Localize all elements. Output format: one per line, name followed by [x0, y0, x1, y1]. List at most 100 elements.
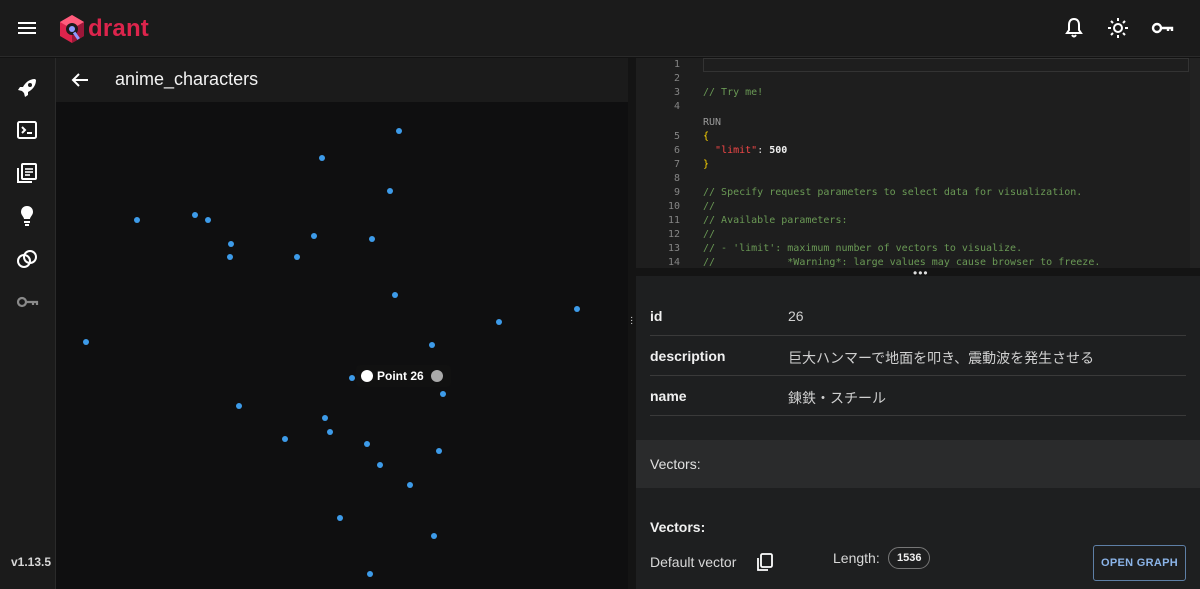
qdrant-logo[interactable]: drant	[58, 13, 149, 45]
scatter-point[interactable]	[337, 515, 343, 521]
collection-header: anime_characters	[56, 58, 628, 102]
scatter-point[interactable]	[407, 482, 413, 488]
line-number: 13	[667, 243, 680, 254]
bell-icon[interactable]	[1062, 16, 1086, 40]
line-number: 9	[673, 187, 680, 198]
back-arrow-icon[interactable]	[68, 68, 92, 92]
line-number: 12	[667, 229, 680, 240]
scatter-point[interactable]	[436, 448, 442, 454]
vertical-resize-handle[interactable]: · · ·	[628, 58, 636, 589]
open-graph-button[interactable]: OPEN GRAPH	[1093, 545, 1186, 581]
editor-line[interactable]: 1	[636, 58, 1200, 72]
editor-line[interactable]: 3 // Try me!	[636, 86, 1200, 100]
line-number: 10	[667, 201, 680, 212]
scatter-point[interactable]	[349, 375, 355, 381]
editor-line[interactable]: 4	[636, 100, 1200, 114]
scatter-point[interactable]	[83, 339, 89, 345]
line-number: 2	[673, 73, 680, 84]
editor-line[interactable]: 2	[636, 72, 1200, 86]
code-text: // Specify request parameters to select …	[703, 187, 1083, 198]
editor-line[interactable]: 5{	[636, 130, 1200, 144]
editor-line[interactable]: 11 // Available parameters:	[636, 214, 1200, 228]
request-editor[interactable]: 1 2 3// Try me! 4 RUN 5{6 "limit": 500 7} 8 9// …	[636, 58, 1200, 268]
code-text: // - 'limit': maximum number of vectors …	[703, 243, 1023, 254]
scatter-point[interactable]	[377, 462, 383, 468]
current-line-highlight	[703, 58, 1189, 72]
editor-line[interactable]: 13 // - 'limit': maximum number of vector…	[636, 242, 1200, 256]
line-number: 4	[673, 101, 680, 112]
horizontal-resize-handle[interactable]: •••	[636, 266, 1200, 280]
scatter-point[interactable]	[134, 217, 140, 223]
lightbulb-icon[interactable]	[15, 204, 39, 228]
scatter-point[interactable]	[387, 188, 393, 194]
editor-line[interactable]: 10 //	[636, 200, 1200, 214]
scatter-point[interactable]	[327, 429, 333, 435]
scatter-point[interactable]	[227, 254, 233, 260]
editor-line[interactable]: 12 //	[636, 228, 1200, 242]
line-number: 1	[673, 59, 680, 70]
scatter-point[interactable]	[319, 155, 325, 161]
api-key-icon[interactable]	[15, 290, 39, 314]
integrations-icon[interactable]	[15, 247, 39, 271]
code-text: //	[703, 201, 716, 212]
field-value: 巨大ハンマーで地面を叩き、震動波を発生させる	[788, 350, 1095, 366]
scatter-point[interactable]	[429, 342, 435, 348]
rocket-icon[interactable]	[15, 76, 39, 100]
qdrant-logo-icon	[60, 15, 84, 43]
code-text: // Try me!	[703, 87, 764, 98]
copy-icon[interactable]	[754, 551, 776, 573]
line-number: 14	[667, 257, 680, 268]
point-details-panel: id 26 description 巨大ハンマーで地面を叩き、震動波を発生させる…	[636, 276, 1200, 589]
editor-line[interactable]: RUN	[636, 116, 1200, 130]
field-key: name	[650, 388, 687, 404]
scatter-point[interactable]	[322, 415, 328, 421]
scatter-point[interactable]	[367, 571, 373, 577]
editor-line[interactable]: 7}	[636, 158, 1200, 172]
scatter-point[interactable]	[396, 128, 402, 134]
point-selected-icon	[430, 370, 443, 382]
sun-icon[interactable]	[1106, 16, 1130, 40]
collections-icon[interactable]	[15, 161, 39, 185]
scatter-point[interactable]	[574, 306, 580, 312]
menu-icon[interactable]	[14, 16, 40, 40]
field-value: 26	[788, 308, 804, 324]
scatter-point[interactable]	[205, 217, 211, 223]
line-number: 11	[667, 215, 680, 226]
field-row-description: description 巨大ハンマーで地面を叩き、震動波を発生させる	[650, 336, 1186, 376]
vectors-section-header: Vectors:	[636, 440, 1200, 488]
vector-scatter-plot[interactable]: Point 26	[56, 102, 628, 589]
scatter-point[interactable]	[496, 319, 502, 325]
point-label-text: Point 26	[377, 369, 424, 383]
editor-line[interactable]: 6 "limit": 500	[636, 144, 1200, 158]
scatter-point[interactable]	[311, 233, 317, 239]
editor-scrollbar[interactable]	[1190, 58, 1200, 268]
key-icon[interactable]	[1150, 16, 1174, 40]
editor-line[interactable]: 9 // Specify request parameters to select…	[636, 186, 1200, 200]
scatter-point[interactable]	[369, 236, 375, 242]
code-text: }	[703, 159, 710, 170]
field-row-id: id 26	[650, 296, 1186, 336]
scatter-point[interactable]	[431, 533, 437, 539]
version-label: v1.13.5	[11, 555, 52, 569]
console-icon[interactable]	[15, 118, 39, 142]
code-text: // *Warning*: large values may cause bro…	[703, 257, 1101, 268]
vector-name: Default vector	[650, 554, 737, 570]
scatter-point[interactable]	[364, 441, 370, 447]
line-number: 6	[673, 145, 680, 156]
code-text: RUN	[703, 117, 722, 128]
scatter-canvas[interactable]	[56, 102, 628, 589]
scatter-point[interactable]	[192, 212, 198, 218]
sidebar: v1.13.5	[0, 58, 56, 589]
scatter-point[interactable]	[228, 241, 234, 247]
scatter-point[interactable]	[440, 391, 446, 397]
top-bar: drant	[0, 0, 1200, 57]
field-value: 鍊鉄・スチール	[788, 390, 886, 406]
scatter-point[interactable]	[282, 436, 288, 442]
scatter-point[interactable]	[236, 403, 242, 409]
point-marker-icon	[361, 370, 373, 382]
editor-line[interactable]: 8	[636, 172, 1200, 186]
scatter-point[interactable]	[392, 292, 398, 298]
scatter-point[interactable]	[294, 254, 300, 260]
line-number: 3	[673, 87, 680, 98]
length-badge: 1536	[888, 547, 931, 569]
